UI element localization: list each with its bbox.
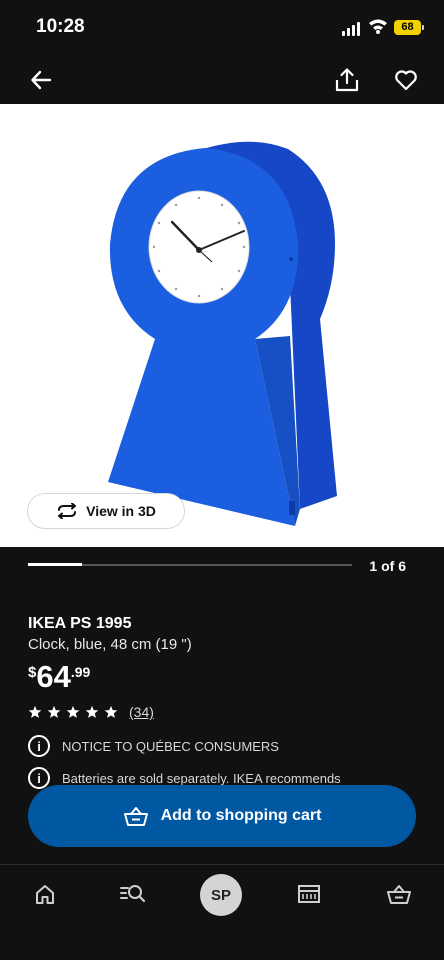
nav-profile-avatar[interactable]: SP	[200, 874, 242, 916]
nav-search[interactable]	[116, 877, 150, 911]
review-count-link[interactable]: (34)	[129, 704, 154, 720]
notice-quebec[interactable]: i NOTICE TO QUÉBEC CONSUMERS	[28, 735, 279, 757]
wifi-icon	[368, 18, 388, 39]
share-icon	[335, 68, 359, 92]
bottom-nav: SP	[0, 864, 444, 960]
star-icon	[104, 705, 118, 718]
product-image[interactable]: View in 3D	[0, 104, 444, 547]
top-nav	[0, 56, 444, 104]
notice-batteries-text: Batteries are sold separately. IKEA reco…	[62, 770, 341, 786]
product-price: $ 64 .99	[28, 660, 90, 694]
carousel-track	[28, 563, 352, 566]
image-carousel-indicator: 1 of 6	[0, 547, 444, 585]
share-button[interactable]	[331, 64, 363, 96]
home-icon	[36, 885, 54, 904]
back-button[interactable]	[25, 64, 57, 96]
status-bar: 10:28 68	[0, 0, 444, 56]
rotate-icon	[58, 503, 77, 519]
product-description: Clock, blue, 48 cm (19 ")	[28, 636, 192, 653]
star-icon	[66, 705, 80, 718]
battery-icon: 68	[394, 20, 424, 35]
view-in-3d-label: View in 3D	[86, 503, 156, 519]
carousel-count: 1 of 6	[369, 558, 406, 574]
star-icon	[28, 705, 42, 718]
basket-icon	[387, 885, 411, 904]
add-to-cart-button[interactable]: Add to shopping cart	[28, 785, 416, 847]
star-icon	[85, 705, 99, 718]
signal-icon	[342, 22, 360, 36]
favorite-button[interactable]	[390, 64, 422, 96]
arrow-left-icon	[31, 70, 52, 90]
price-currency: $	[28, 664, 37, 681]
search-icon	[120, 885, 146, 903]
notice-quebec-text: NOTICE TO QUÉBEC CONSUMERS	[62, 738, 279, 754]
nav-home[interactable]	[28, 877, 62, 911]
product-name: IKEA PS 1995	[28, 615, 132, 632]
price-decimal: .99	[70, 664, 91, 680]
star-icon	[47, 705, 61, 718]
basket-icon	[123, 807, 148, 826]
view-in-3d-button[interactable]: View in 3D	[27, 493, 185, 529]
carousel-progress	[28, 563, 83, 566]
nav-basket[interactable]	[382, 877, 416, 911]
info-icon: i	[28, 735, 50, 757]
clock-product-photo	[108, 141, 337, 526]
nav-store[interactable]	[292, 877, 326, 911]
product-rating[interactable]: (34)	[28, 704, 154, 720]
info-icon: i	[28, 767, 50, 789]
status-time: 10:28	[36, 16, 85, 37]
price-whole: 64	[36, 659, 71, 694]
add-to-cart-label: Add to shopping cart	[160, 807, 322, 824]
store-icon	[298, 885, 320, 903]
heart-icon	[395, 70, 417, 91]
